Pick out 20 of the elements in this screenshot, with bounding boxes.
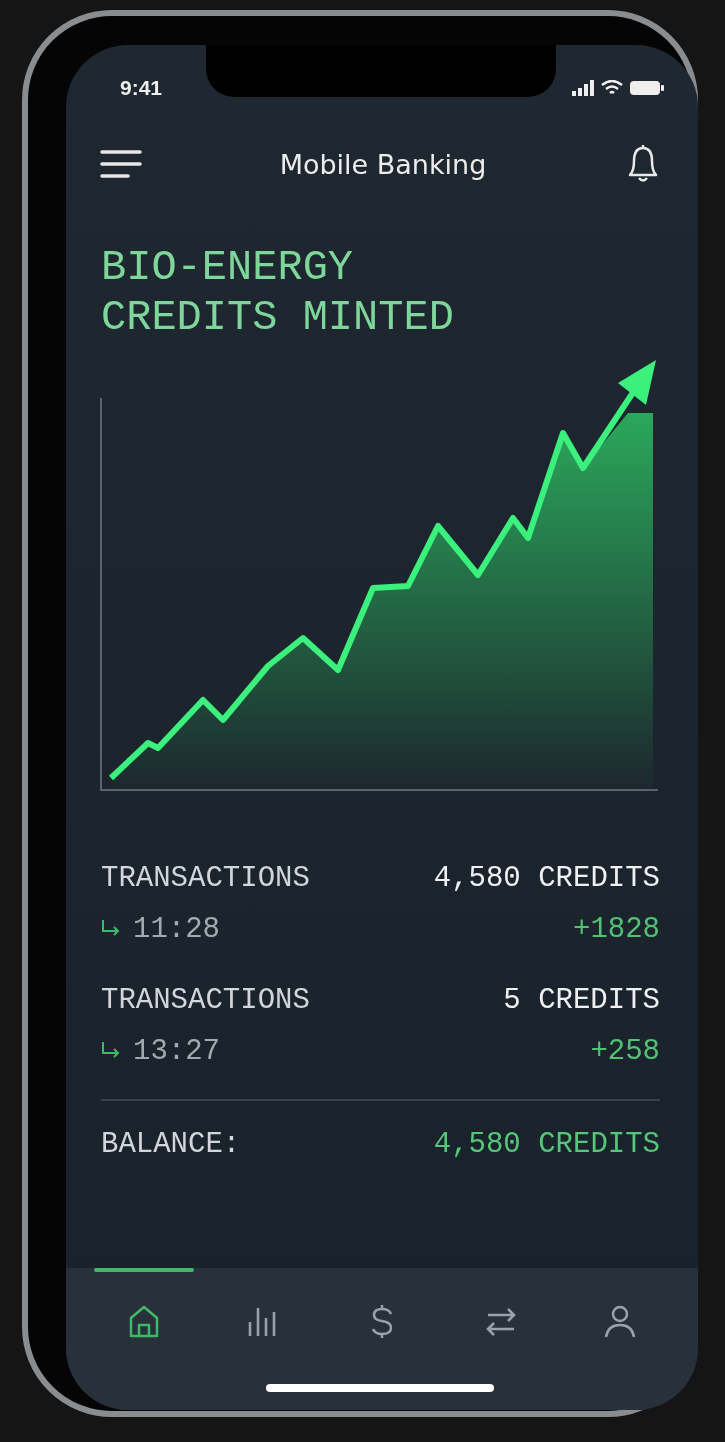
balance-value: 4,580 CREDITS	[433, 1127, 660, 1161]
transaction-time: 11:28	[133, 912, 220, 946]
transaction-time: 13:27	[133, 1034, 220, 1068]
headline-text: BIO-ENERGY	[101, 243, 354, 293]
headline-text: CREDITS MINTED	[101, 293, 454, 343]
status-time: 9:41	[120, 76, 163, 100]
app-title: Mobile Banking	[279, 148, 487, 180]
menu-icon	[100, 149, 142, 179]
menu-button[interactable]	[100, 149, 142, 179]
transaction-amount: 5 CREDITS	[503, 983, 660, 1017]
balance-label: BALANCE:	[101, 1127, 241, 1161]
transaction-label: TRANSACTIONS	[101, 861, 310, 895]
transaction-change: +1828	[573, 912, 660, 946]
signal-icon	[572, 80, 594, 96]
battery-icon	[630, 80, 664, 96]
transaction-change: +258	[590, 1034, 660, 1068]
person-icon	[603, 1304, 638, 1340]
transaction-label: TRANSACTIONS	[101, 983, 310, 1017]
wifi-icon	[601, 80, 623, 96]
transaction-amount: 4,580 CREDITS	[433, 861, 660, 895]
